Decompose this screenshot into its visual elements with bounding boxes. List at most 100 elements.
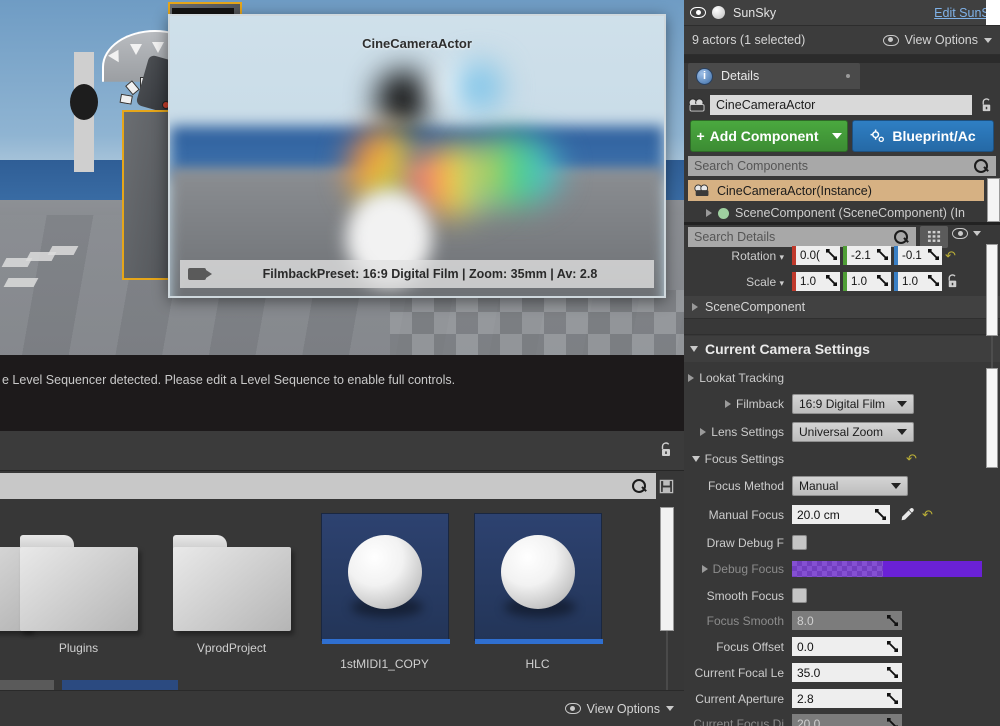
blueprint-button[interactable]: Blueprint/Ac [852, 120, 994, 152]
rotation-z-field[interactable]: -0.1 [894, 246, 942, 265]
scale-x-field[interactable]: 1.0 [792, 272, 840, 291]
camera-settings-header[interactable]: Current Camera Settings [684, 336, 1000, 362]
focus-offset-row[interactable]: Focus Offset 0.0 [684, 635, 1000, 658]
focus-settings-label: Focus Settings [704, 451, 784, 466]
lock-icon[interactable] [658, 442, 674, 458]
drag-handle-icon[interactable] [826, 249, 837, 260]
filmback-row[interactable]: Filmback 16:9 Digital Film [684, 392, 1000, 415]
camera-preview-pip[interactable]: CineCameraActor FilmbackPreset: 16:9 Dig… [168, 14, 666, 298]
list-item[interactable]: Plugins [2, 503, 155, 673]
scale-label[interactable]: Scale ▾ [684, 275, 792, 289]
details-action-buttons[interactable]: + Add Component Blueprint/Ac [684, 120, 1000, 152]
rotation-label[interactable]: Rotation ▾ [684, 249, 792, 263]
list-item[interactable]: 1stMIDI1_COPY [308, 503, 461, 673]
focus-settings-row[interactable]: Focus Settings ↶ [684, 447, 1000, 470]
lens-settings-label: Lens Settings [711, 424, 784, 439]
lens-settings-row[interactable]: Lens Settings Universal Zoom [684, 420, 1000, 443]
actor-name-row[interactable]: CineCameraActor [684, 92, 1000, 118]
level-viewport[interactable]: CineCameraActor FilmbackPreset: 16:9 Dig… [0, 0, 684, 355]
content-view-options-label: View Options [586, 701, 660, 716]
asset-tile-grid[interactable]: Plugins VprodProject 1stMIDI1_COPY HLC [0, 503, 656, 673]
details-scrollbar-upper[interactable] [986, 244, 998, 336]
drag-handle-icon[interactable] [877, 275, 888, 286]
debug-focus-color-swatch[interactable] [792, 560, 982, 577]
tab-close-dot[interactable] [846, 74, 850, 78]
focus-method-row[interactable]: Focus Method Manual [684, 474, 1000, 497]
outliner-view-options-button[interactable]: View Options [882, 33, 992, 47]
content-browser[interactable]: Plugins VprodProject 1stMIDI1_COPY HLC V… [0, 431, 684, 726]
smooth-focus-checkbox[interactable] [792, 588, 807, 603]
tile-label: Plugins [58, 641, 99, 655]
search-icon[interactable] [632, 479, 646, 493]
draw-debug-focus-row[interactable]: Draw Debug F [684, 531, 1000, 554]
content-browser-search[interactable] [0, 473, 656, 499]
outliner-scrollbar[interactable] [986, 0, 1000, 25]
draw-debug-focus-checkbox[interactable] [792, 535, 807, 550]
lens-settings-dropdown[interactable]: Universal Zoom [792, 421, 914, 442]
reset-manual-focus-icon[interactable]: ↶ [922, 507, 933, 523]
save-all-button[interactable] [654, 473, 678, 499]
search-components-input[interactable]: Search Components [688, 156, 996, 176]
debug-focus-row[interactable]: Debug Focus [684, 557, 1000, 580]
drag-handle-icon[interactable] [887, 693, 898, 704]
current-focal-length-row[interactable]: Current Focal Le 35.0 [684, 661, 1000, 684]
outliner-row-sunsky[interactable]: SunSky Edit SunSk [684, 0, 1000, 25]
actor-name-field[interactable]: CineCameraActor [710, 95, 972, 115]
chevron-down-icon [984, 37, 992, 43]
component-tree-scrollbar[interactable] [987, 178, 1000, 222]
current-aperture-label: Current Aperture [695, 691, 784, 706]
scene-component-section[interactable]: SceneComponent [684, 296, 1000, 318]
drag-handle-icon[interactable] [928, 249, 939, 260]
drag-handle-icon [887, 718, 898, 726]
focus-offset-field[interactable]: 0.0 [792, 637, 902, 656]
list-item[interactable]: VprodProject [155, 503, 308, 673]
drag-handle-icon[interactable] [887, 667, 898, 678]
scene-component-icon [718, 207, 729, 219]
asset-grid-scrollbar[interactable] [660, 507, 674, 631]
manual-focus-row[interactable]: Manual Focus 20.0 cm ↶ [684, 503, 1000, 526]
content-browser-toolbar [0, 431, 684, 471]
current-aperture-row[interactable]: Current Aperture 2.8 [684, 687, 1000, 710]
details-scrollbar-lower[interactable] [986, 368, 998, 468]
rotation-y-field[interactable]: -2.1 [843, 246, 891, 265]
drag-handle-icon[interactable] [875, 509, 886, 520]
component-name: CineCameraActor(Instance) [717, 183, 872, 198]
lookat-tracking-row[interactable]: Lookat Tracking [684, 366, 1000, 389]
details-scroll-track[interactable] [991, 336, 993, 368]
drag-handle-icon[interactable] [826, 275, 837, 286]
chevron-right-icon [692, 303, 698, 311]
visibility-eye-icon[interactable] [684, 7, 712, 18]
right-panel[interactable]: SunSky Edit SunSk 9 actors (1 selected) … [684, 0, 1000, 726]
rotation-row[interactable]: Rotation ▾ 0.0( -2.1 -0.1 ↶ [684, 244, 1000, 267]
drag-handle-icon[interactable] [887, 641, 898, 652]
current-focal-length-value: 35.0 [797, 665, 821, 680]
component-row-selected[interactable]: CineCameraActor(Instance) [688, 180, 984, 201]
cine-camera-rig-actor[interactable] [60, 0, 242, 330]
focus-method-dropdown[interactable]: Manual [792, 475, 908, 496]
rotation-x-field[interactable]: 0.0( [792, 246, 840, 265]
details-view-options-button[interactable] [952, 228, 981, 239]
scale-row[interactable]: Scale ▾ 1.0 1.0 1.0 [684, 270, 1000, 293]
scale-z-field[interactable]: 1.0 [894, 272, 942, 291]
eyedropper-icon[interactable] [899, 507, 915, 523]
reset-focus-settings-icon[interactable]: ↶ [906, 451, 917, 467]
search-icon[interactable] [974, 159, 988, 173]
reset-rotation-icon[interactable]: ↶ [945, 248, 956, 264]
component-row-child[interactable]: SceneComponent (SceneComponent) (In [688, 204, 988, 222]
filmback-dropdown[interactable]: 16:9 Digital Film [792, 393, 914, 414]
content-view-options-button[interactable]: View Options [564, 701, 674, 716]
list-item[interactable]: HLC [461, 503, 614, 673]
smooth-focus-row[interactable]: Smooth Focus [684, 584, 1000, 607]
search-icon[interactable] [894, 230, 908, 244]
drag-handle-icon [887, 615, 898, 626]
scale-y-field[interactable]: 1.0 [843, 272, 891, 291]
drag-handle-icon[interactable] [928, 275, 939, 286]
lock-ratio-icon[interactable] [945, 274, 960, 289]
current-aperture-field[interactable]: 2.8 [792, 689, 902, 708]
drag-handle-icon[interactable] [877, 249, 888, 260]
manual-focus-field[interactable]: 20.0 cm [792, 505, 890, 524]
current-focal-length-field[interactable]: 35.0 [792, 663, 902, 682]
tab-details[interactable]: i Details [688, 63, 860, 89]
details-lock-button[interactable] [972, 97, 1000, 113]
add-component-button[interactable]: + Add Component [690, 120, 848, 152]
